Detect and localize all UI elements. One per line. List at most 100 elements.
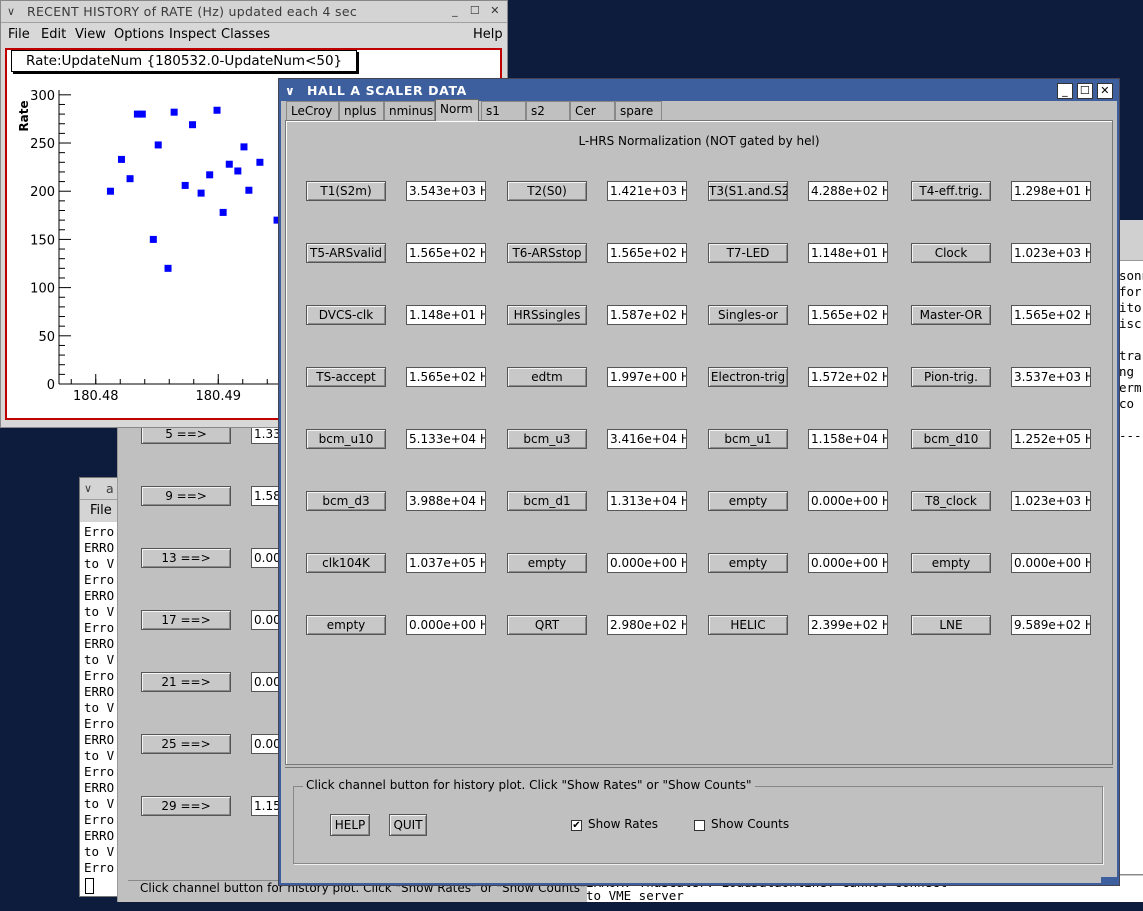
menu-file[interactable]: File	[90, 503, 112, 518]
channel-button[interactable]: 25 ==>	[141, 734, 231, 754]
rate-value-field: 3.988e+04 Hz	[406, 491, 486, 511]
channel-button[interactable]: 21 ==>	[141, 672, 231, 692]
terminal-line: to V	[84, 748, 115, 763]
tab-norm[interactable]: Norm	[435, 99, 479, 121]
channel-button[interactable]: HRSsingles	[507, 305, 587, 325]
channel-button[interactable]: bcm_d10	[911, 429, 991, 449]
menu-help[interactable]: Help	[473, 24, 503, 46]
history-titlebar[interactable]: ∨ RECENT HISTORY of RATE (Hz) updated ea…	[1, 1, 507, 23]
channel-button[interactable]: T1(S2m)	[306, 181, 386, 201]
x-tick-label: 180.48	[73, 389, 119, 404]
terminal-line: ERRO	[84, 684, 115, 699]
channel-button[interactable]: empty	[507, 553, 587, 573]
channel-button[interactable]: LNE	[911, 615, 991, 635]
rate-value-field: 1.023e+03 Hz	[1011, 491, 1091, 511]
channel-button[interactable]: bcm_d3	[306, 491, 386, 511]
channel-button[interactable]: Clock	[911, 243, 991, 263]
data-point	[126, 175, 134, 183]
channel-button[interactable]: T3(S1.and.S2)	[708, 181, 788, 201]
tab-nplus[interactable]: nplus	[339, 101, 384, 120]
channel-button[interactable]: Singles-or	[708, 305, 788, 325]
channel-button[interactable]: Master-OR	[911, 305, 991, 325]
channel-button[interactable]: TS-accept	[306, 367, 386, 387]
channel-button[interactable]: bcm_u10	[306, 429, 386, 449]
channel-button[interactable]: 17 ==>	[141, 610, 231, 630]
quit-button[interactable]: QUIT	[389, 814, 427, 836]
show-counts-checkbox[interactable]	[694, 820, 705, 831]
channel-button[interactable]: clk104K	[306, 553, 386, 573]
tab-nminus[interactable]: nminus	[384, 101, 435, 120]
close-icon[interactable]: ✕	[487, 4, 503, 20]
terminal-line: tra	[1119, 348, 1142, 363]
channel-button[interactable]: 13 ==>	[141, 548, 231, 568]
terminal-right-text: sonnforitorisc trangermsco ----	[1119, 268, 1143, 444]
menu-view[interactable]: View	[75, 24, 106, 46]
rate-value-field: 0.000e+00 Hz	[406, 615, 486, 635]
channel-button[interactable]: T6-ARSstop	[507, 243, 587, 263]
channel-button[interactable]: bcm_u3	[507, 429, 587, 449]
channel-button[interactable]: T5-ARSvalid	[306, 243, 386, 263]
window-menu-icon[interactable]: ∨	[285, 81, 295, 101]
menu-inspect[interactable]: Inspect	[169, 24, 216, 46]
channel-button[interactable]: T7-LED	[708, 243, 788, 263]
terminal-line: sonn	[1119, 268, 1143, 283]
channel-button[interactable]: QRT	[507, 615, 587, 635]
channel-button[interactable]: 9 ==>	[141, 486, 231, 506]
rate-value-field: 0.000e+00 Hz	[808, 553, 888, 573]
channel-button[interactable]: T4-eff.trig.	[911, 181, 991, 201]
terminal-line: Erro	[84, 716, 115, 731]
close-icon[interactable]: ✕	[1097, 83, 1113, 99]
tab-s2[interactable]: s2	[526, 101, 570, 120]
menu-options[interactable]: Options	[114, 24, 164, 46]
rate-value-field: 3.537e+03 Hz	[1011, 367, 1091, 387]
y-tick-label: 200	[30, 185, 55, 200]
window-menu-icon[interactable]: ∨	[7, 1, 15, 22]
terminal-line: ng	[1119, 364, 1135, 379]
help-button[interactable]: HELP	[330, 814, 370, 836]
channel-button[interactable]: empty	[306, 615, 386, 635]
menu-classes[interactable]: Classes	[221, 24, 270, 46]
resize-handle[interactable]	[1101, 877, 1117, 883]
channel-button[interactable]: edtm	[507, 367, 587, 387]
channel-button[interactable]: Electron-trig	[708, 367, 788, 387]
tab-cer[interactable]: Cer	[570, 101, 615, 120]
channel-button[interactable]: empty	[708, 553, 788, 573]
terminal-line: to V	[84, 604, 115, 619]
tab-s1[interactable]: s1	[481, 101, 526, 120]
rate-value-field: 9.589e+02 Hz	[1011, 615, 1091, 635]
rate-value-field: 1.572e+02 Hz	[808, 367, 888, 387]
channel-button[interactable]: bcm_u1	[708, 429, 788, 449]
channel-button[interactable]: empty	[911, 553, 991, 573]
minimize-icon[interactable]: _	[447, 4, 463, 20]
show-rates-label[interactable]: Show Rates	[588, 817, 658, 831]
terminal-line: erms	[1119, 380, 1143, 395]
rate-value-field: 1.023e+03 Hz	[1011, 243, 1091, 263]
minimize-icon[interactable]: _	[1057, 83, 1073, 99]
channel-button[interactable]: empty	[708, 491, 788, 511]
terminal-line: to V	[84, 844, 115, 859]
maximize-icon[interactable]: ☐	[467, 4, 483, 20]
terminal-line: ERRO	[84, 540, 115, 555]
channel-button[interactable]: Pion-trig.	[911, 367, 991, 387]
terminal-line: ERRO	[84, 636, 115, 651]
show-rates-checkbox[interactable]: ✔	[571, 820, 582, 831]
channel-button[interactable]: T8_clock	[911, 491, 991, 511]
y-tick-label: 250	[30, 137, 55, 152]
data-point	[256, 158, 264, 166]
window-menu-icon[interactable]: ∨	[84, 478, 92, 499]
tab-lecroy[interactable]: LeCroy	[286, 101, 339, 120]
tab-spare[interactable]: spare	[615, 101, 662, 120]
channel-button[interactable]: bcm_d1	[507, 491, 587, 511]
menu-edit[interactable]: Edit	[41, 24, 66, 46]
channel-button[interactable]: HELIC	[708, 615, 788, 635]
data-point	[240, 143, 248, 151]
scaler-titlebar[interactable]: ∨ HALL A SCALER DATA _ ☐ ✕	[281, 81, 1117, 101]
y-tick-label: 0	[47, 378, 55, 393]
data-point	[117, 155, 125, 163]
menu-file[interactable]: File	[8, 24, 30, 46]
maximize-icon[interactable]: ☐	[1077, 83, 1093, 99]
show-counts-label[interactable]: Show Counts	[711, 817, 789, 831]
channel-button[interactable]: T2(S0)	[507, 181, 587, 201]
channel-button[interactable]: DVCS-clk	[306, 305, 386, 325]
channel-button[interactable]: 29 ==>	[141, 796, 231, 816]
